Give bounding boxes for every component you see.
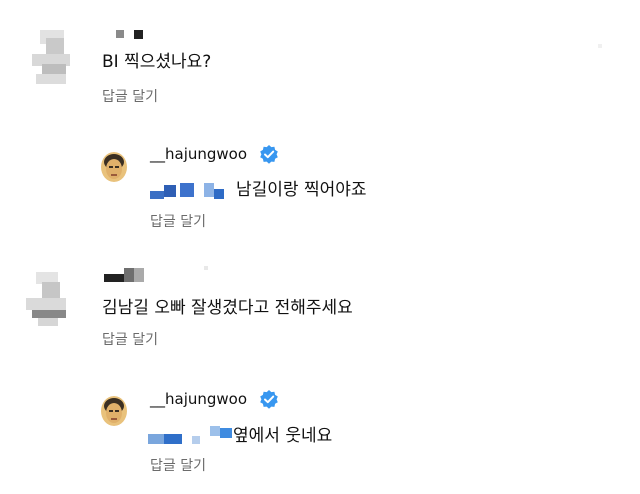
avatar[interactable]: [100, 152, 128, 182]
reply-button[interactable]: 답글 달기: [150, 211, 206, 231]
comment-text: 김남길 오빠 잘생겼다고 전해주세요: [102, 298, 353, 318]
reply-button[interactable]: 답글 달기: [150, 455, 206, 475]
reply-text: 옆에서 웃네요: [233, 426, 333, 446]
reply-text: 남길이랑 찍어야죠: [236, 180, 367, 200]
mention-censored[interactable]: [148, 424, 232, 444]
reply-button[interactable]: 답글 달기: [102, 86, 158, 106]
avatar[interactable]: [32, 30, 82, 86]
verified-badge-icon: [260, 390, 278, 409]
face-avatar-image: [101, 152, 127, 182]
avatar[interactable]: [26, 272, 76, 328]
verified-badge-icon: [260, 145, 278, 164]
reply-username[interactable]: __hajungwoo: [150, 145, 247, 163]
face-avatar-image: [101, 396, 127, 426]
mention-censored[interactable]: [150, 181, 234, 199]
avatar[interactable]: [100, 396, 128, 426]
username-censored[interactable]: [116, 30, 146, 40]
more-options-dot: [598, 44, 602, 48]
username-censored[interactable]: [104, 266, 214, 286]
reply-username[interactable]: __hajungwoo: [150, 390, 247, 408]
reply-button[interactable]: 답글 달기: [102, 329, 158, 349]
comment-text: BI 찍으셨나요?: [102, 52, 212, 72]
